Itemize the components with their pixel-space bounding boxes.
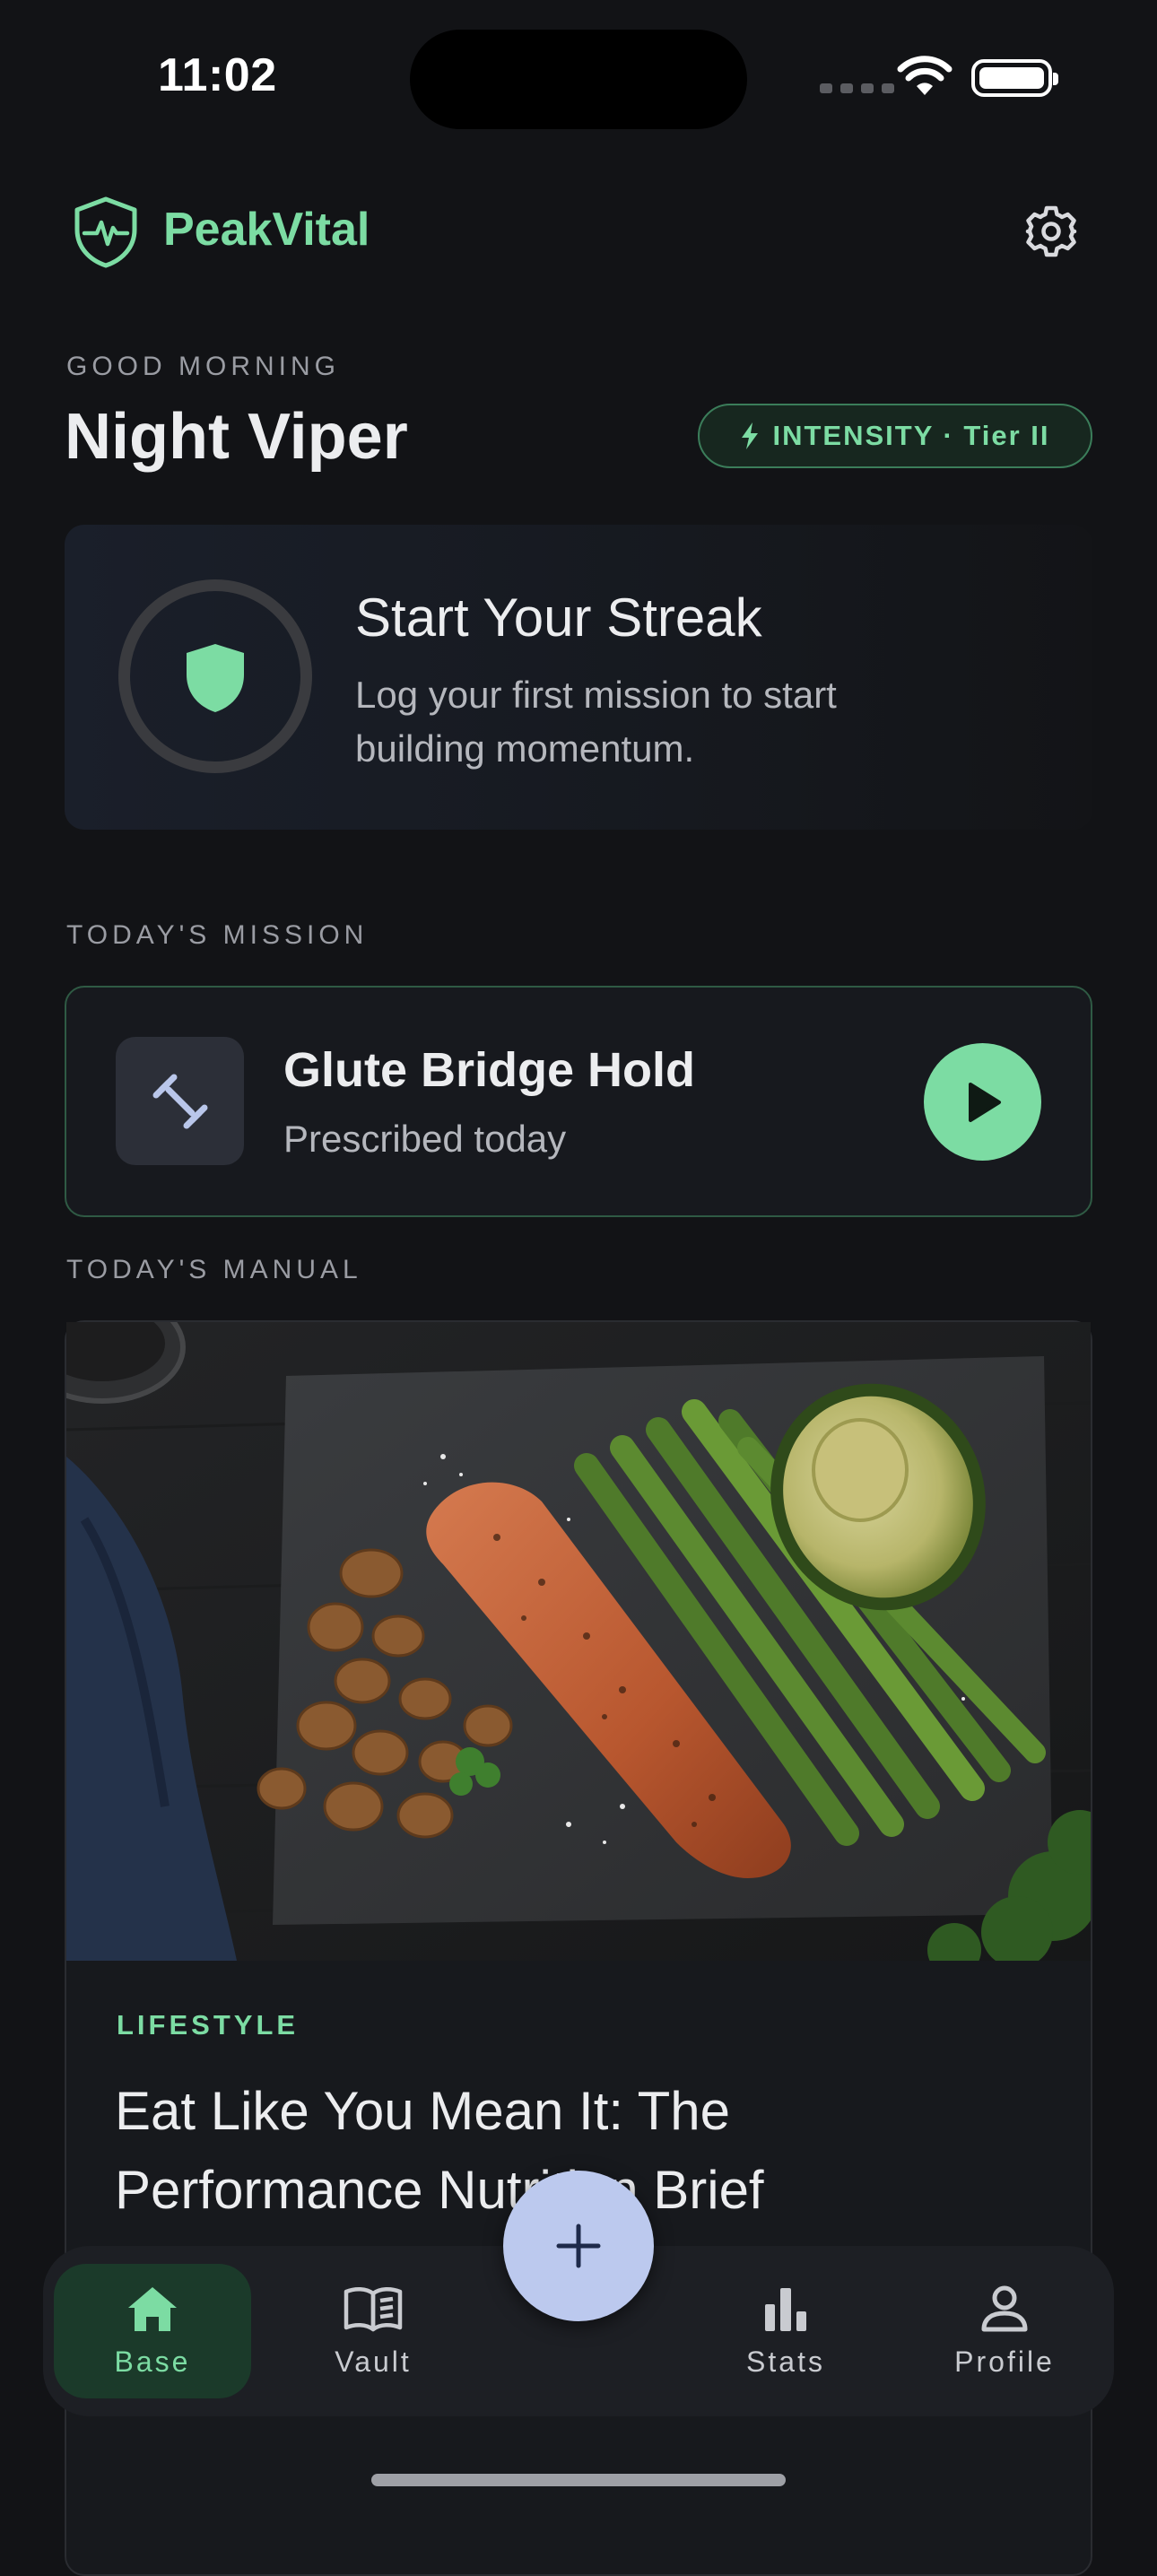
tab-vault[interactable]: Vault: [274, 2264, 472, 2398]
mission-title: Glute Bridge Hold: [283, 1043, 695, 1097]
intensity-badge-label: INTENSITY · Tier II: [772, 420, 1050, 451]
shield-heartbeat-logo-icon: [74, 196, 137, 268]
person-icon: [981, 2285, 1028, 2332]
tab-stats[interactable]: Stats: [687, 2264, 884, 2398]
mission-section-label: TODAY'S MISSION: [66, 920, 369, 950]
tab-profile[interactable]: Profile: [906, 2264, 1103, 2398]
dumbbell-icon: [152, 1074, 208, 1129]
lightning-icon: [742, 422, 759, 449]
book-icon: [344, 2287, 403, 2332]
status-time: 11:02: [158, 49, 277, 101]
play-icon: [968, 1082, 1001, 1122]
user-name: Night Viper: [65, 401, 408, 473]
add-log-button[interactable]: [503, 2171, 654, 2321]
manual-section-label: TODAY'S MANUAL: [66, 1255, 362, 1284]
cellular-signal-icon: [820, 83, 894, 93]
tab-base[interactable]: Base: [54, 2264, 251, 2398]
wifi-icon: [897, 56, 953, 95]
intensity-badge[interactable]: INTENSITY · Tier II: [698, 404, 1092, 468]
home-indicator[interactable]: [371, 2474, 786, 2486]
battery-icon: [971, 59, 1058, 97]
tab-stats-label: Stats: [746, 2345, 825, 2378]
tab-base-label: Base: [114, 2345, 191, 2378]
tab-profile-label: Profile: [954, 2345, 1055, 2378]
manual-cover-image[interactable]: [66, 1322, 1091, 1961]
settings-gear-icon[interactable]: [1024, 205, 1078, 258]
streak-subtitle: Log your first mission to start building…: [355, 674, 837, 770]
start-mission-button[interactable]: [924, 1043, 1041, 1161]
dynamic-island: [410, 30, 747, 129]
shield-icon: [187, 644, 244, 712]
plus-icon: [556, 2224, 601, 2268]
streak-title: Start Your Streak: [355, 587, 762, 648]
bar-chart-icon: [765, 2288, 806, 2331]
home-icon: [128, 2287, 177, 2331]
greeting-label: GOOD MORNING: [66, 352, 340, 381]
mission-subtitle: Prescribed today: [283, 1118, 567, 1160]
manual-category: LIFESTYLE: [117, 2009, 300, 2041]
brand-name: PeakVital: [163, 204, 370, 256]
tab-vault-label: Vault: [335, 2345, 412, 2378]
